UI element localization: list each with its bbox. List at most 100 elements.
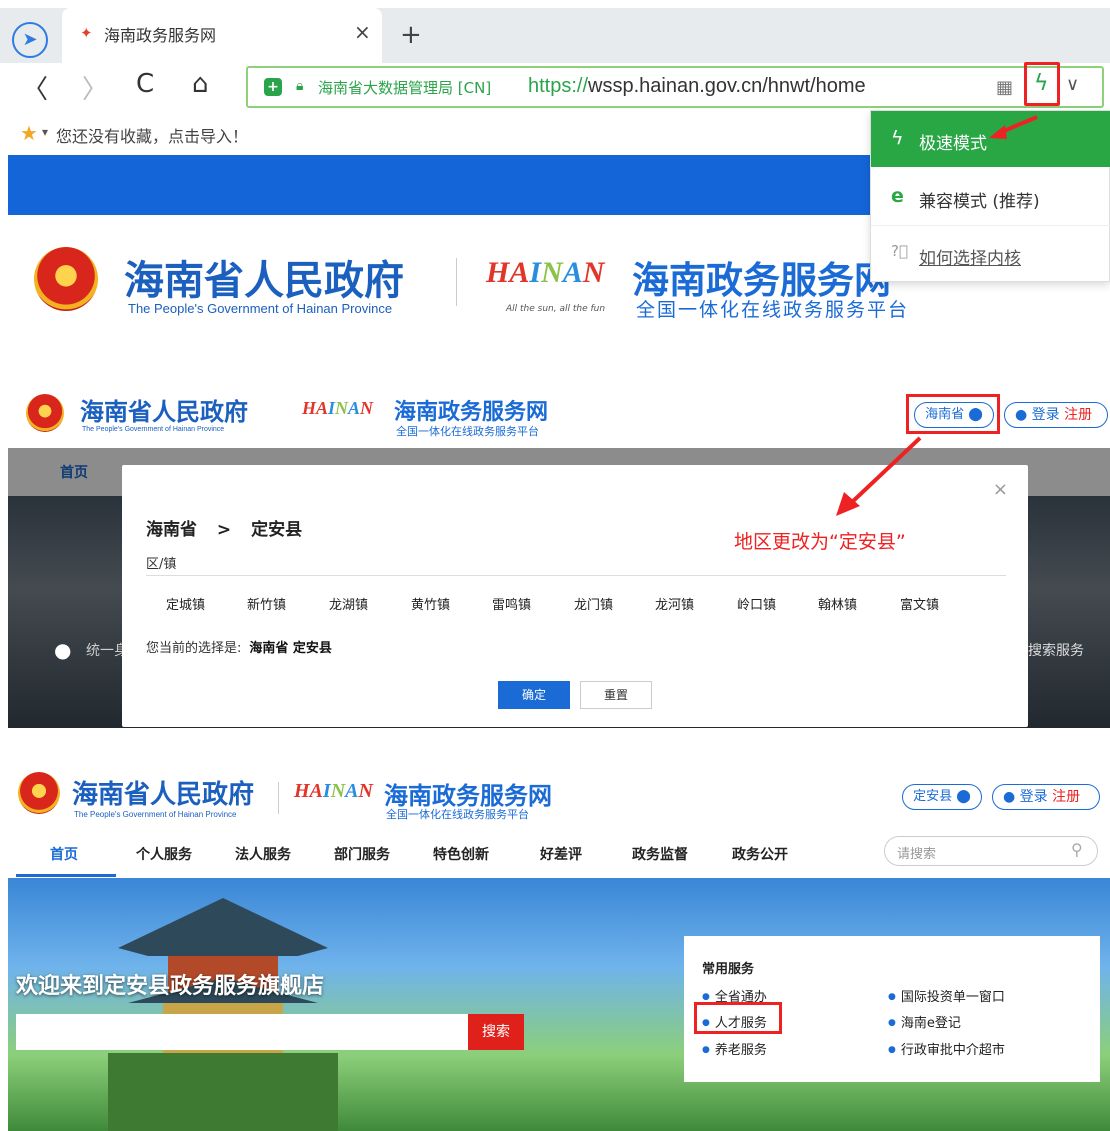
lightning-icon[interactable]: ϟ xyxy=(1034,71,1049,96)
hero-search-input[interactable] xyxy=(16,1014,468,1050)
menu-item-compat-mode[interactable]: e 兼容模式 (推荐) xyxy=(871,169,1110,225)
town-item[interactable]: 龙河镇 xyxy=(655,594,694,613)
confirm-button[interactable]: 确定 xyxy=(498,681,570,709)
menu-disclosure[interactable]: 政务公开 xyxy=(732,844,788,864)
search-icon[interactable]: ⚲ xyxy=(1071,840,1083,859)
town-item[interactable]: 龙湖镇 xyxy=(329,594,368,613)
tab-title: 海南政务服务网 xyxy=(104,26,217,45)
register-link[interactable]: 注册 xyxy=(1064,407,1092,423)
town-item[interactable]: 黄竹镇 xyxy=(411,594,450,613)
region-selector[interactable]: 定安县 ⬤ xyxy=(902,784,982,810)
hainan-logo: HAINAN xyxy=(302,398,374,418)
gov-title: 海南省人民政府 xyxy=(72,780,255,810)
current-selection-value: 海南省 定安县 xyxy=(249,641,332,656)
lock-icon: 🔒︎ xyxy=(296,78,304,94)
user-icon: ● xyxy=(54,638,72,662)
town-item[interactable]: 龙门镇 xyxy=(574,594,613,613)
annotation-arrow xyxy=(836,436,922,516)
menu-item-how-to-choose[interactable]: ?⃝ 如何选择内核 xyxy=(871,225,1110,281)
browser-compass-icon[interactable]: ➤ xyxy=(12,22,48,58)
town-item[interactable]: 新竹镇 xyxy=(247,594,286,613)
navigation-bar: 〈 〉 C ⌂ + 🔒︎ 海南省大数据管理局 [CN] https://wssp… xyxy=(0,62,1110,113)
close-icon[interactable]: × xyxy=(993,479,1008,500)
menu-department[interactable]: 部门服务 xyxy=(334,844,390,864)
url-text[interactable]: https://wssp.hainan.gov.cn/hnwt/home xyxy=(528,75,866,98)
caret-down-icon[interactable]: ▾ xyxy=(42,125,48,139)
portal-subtitle: 全国一体化在线政务服务平台 xyxy=(386,808,529,821)
gov-subtitle: The People's Government of Hainan Provin… xyxy=(74,810,237,819)
gov-title: 海南省人民政府 xyxy=(80,397,248,426)
reset-button[interactable]: 重置 xyxy=(580,681,652,709)
welcome-title: 欢迎来到定安县政务服务旗舰店 xyxy=(16,974,325,999)
tab-active[interactable]: ✦ 海南政务服务网 × xyxy=(62,8,382,63)
reload-button[interactable]: C xyxy=(136,69,154,99)
kernel-switch-highlight[interactable]: ϟ xyxy=(1024,62,1060,106)
national-emblem-icon xyxy=(34,247,98,311)
breadcrumb-county[interactable]: 定安县 xyxy=(251,520,302,540)
address-bar[interactable]: + 🔒︎ 海南省大数据管理局 [CN] https://wssp.hainan.… xyxy=(246,62,1104,108)
hainan-logo: HAINAN xyxy=(294,780,373,802)
user-icon: ● xyxy=(1015,407,1028,423)
menu-active-underline xyxy=(16,874,116,877)
region-label: 定安县 xyxy=(913,789,953,804)
portal-title: 海南政务服务网 xyxy=(394,400,549,425)
town-item[interactable]: 定城镇 xyxy=(166,594,205,613)
url-host: wssp.hainan.gov.cn xyxy=(588,75,763,97)
menu-innovation[interactable]: 特色创新 xyxy=(433,844,489,864)
user-icon: ● xyxy=(1003,789,1016,805)
menu-legal-person[interactable]: 法人服务 xyxy=(235,844,291,864)
login-link[interactable]: 登录 xyxy=(1020,789,1048,805)
forward-button[interactable]: 〉 xyxy=(82,69,108,106)
home-button[interactable]: ⌂ xyxy=(192,69,209,99)
town-item[interactable]: 雷鸣镇 xyxy=(492,594,531,613)
portal-subtitle: 全国一体化在线政务服务平台 xyxy=(396,425,539,438)
national-emblem-icon xyxy=(18,772,60,814)
search-input[interactable]: 请搜索 xyxy=(897,843,936,862)
service-link[interactable]: 养老服务 xyxy=(702,1039,767,1058)
portal-subtitle: 全国一体化在线政务服务平台 xyxy=(636,299,910,321)
hero-search-button[interactable]: 搜索 xyxy=(468,1014,524,1050)
hainan-slogan: All the sun, all the fun xyxy=(506,304,606,314)
town-item[interactable]: 岭口镇 xyxy=(737,594,776,613)
menu-supervision[interactable]: 政务监督 xyxy=(632,844,688,864)
shield-icon: + xyxy=(264,78,282,96)
register-link[interactable]: 注册 xyxy=(1052,789,1080,805)
new-tab-button[interactable]: + xyxy=(400,20,422,50)
site-favicon-icon: ✦ xyxy=(80,24,93,42)
divider xyxy=(146,575,1006,576)
pavilion-image xyxy=(108,898,338,1131)
service-link[interactable]: 海南e登记 xyxy=(888,1012,961,1031)
service-link[interactable]: 行政审批中介超市 xyxy=(888,1039,1005,1058)
town-item[interactable]: 翰林镇 xyxy=(818,594,857,613)
breadcrumb-province[interactable]: 海南省 xyxy=(146,520,197,540)
star-icon[interactable]: ★ xyxy=(20,121,38,145)
login-link[interactable]: 登录 xyxy=(1032,407,1060,423)
county-home-screenshot: 海南省人民政府 The People's Government of Haina… xyxy=(8,760,1110,1131)
service-link[interactable]: 国际投资单一窗口 xyxy=(888,986,1005,1005)
menu-home[interactable]: 首页 xyxy=(50,844,78,864)
tab-close-icon[interactable]: × xyxy=(354,20,371,44)
fast-mode-label: 极速模式 xyxy=(919,134,987,154)
back-button[interactable]: 〈 xyxy=(22,69,48,106)
qr-code-icon[interactable]: ▦ xyxy=(996,77,1013,98)
url-path: /hnwt/home xyxy=(762,75,866,97)
section-label: 区/镇 xyxy=(146,557,177,572)
menu-rating[interactable]: 好差评 xyxy=(540,844,582,864)
site-search[interactable]: 请搜索 ⚲ xyxy=(884,836,1098,866)
chevron-down-icon[interactable]: ∨ xyxy=(1066,74,1079,95)
bg-text-right: 搜索服务 xyxy=(1028,643,1084,659)
annotation-arrow xyxy=(989,115,1038,139)
highlight-box xyxy=(694,1002,782,1034)
logo-divider xyxy=(456,258,457,306)
login-register[interactable]: ● 登录 注册 xyxy=(1004,402,1108,428)
tab-bar: ✦ 海南政务服务网 × + xyxy=(0,8,1110,63)
gov-title: 海南省人民政府 xyxy=(124,257,404,304)
hainan-logo: HAINAN xyxy=(486,256,605,289)
bookmark-hint[interactable]: 您还没有收藏，点击导入！ xyxy=(56,123,248,147)
ie-logo-icon: e xyxy=(891,185,904,207)
town-item[interactable]: 富文镇 xyxy=(900,594,939,613)
menu-personal[interactable]: 个人服务 xyxy=(136,844,192,864)
login-register[interactable]: ● 登录 注册 xyxy=(992,784,1100,810)
certificate-label[interactable]: 海南省大数据管理局 [CN] xyxy=(318,77,491,98)
site-header: 海南省人民政府 The People's Government of Haina… xyxy=(8,376,1110,448)
